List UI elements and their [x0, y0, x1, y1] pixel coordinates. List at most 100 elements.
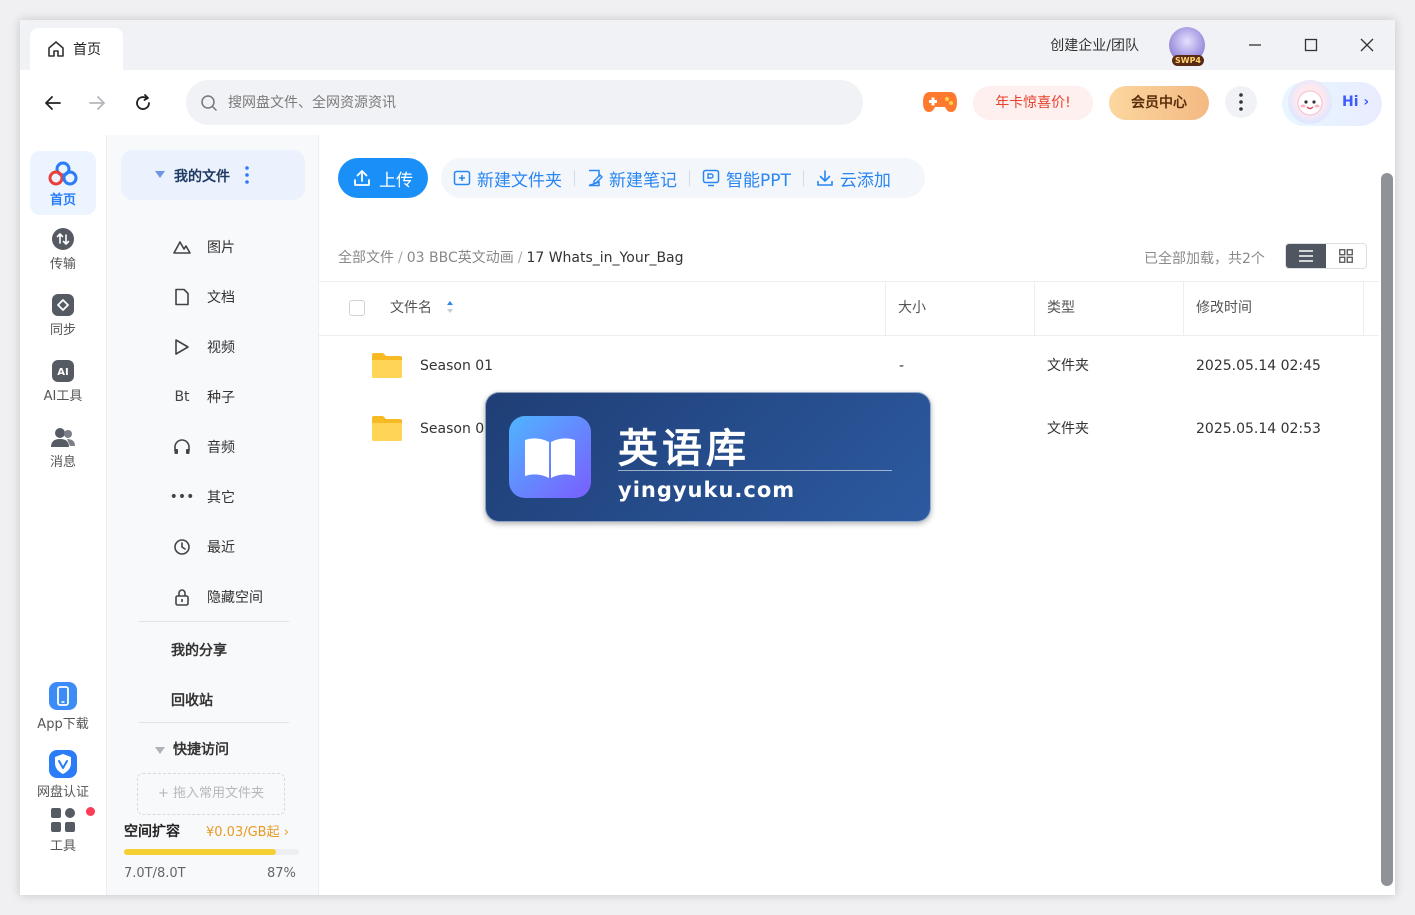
close-button[interactable]: [1339, 20, 1395, 70]
nav-item-torrents[interactable]: Bt 种子: [171, 382, 235, 412]
list-view-button[interactable]: [1286, 244, 1326, 268]
grid-view-icon: [1339, 249, 1353, 263]
new-folder-button[interactable]: 新建文件夹: [453, 166, 562, 191]
nav-item-recent[interactable]: 最近: [171, 532, 235, 562]
nav-item-my-share[interactable]: 我的分享: [171, 640, 227, 660]
grid-view-button[interactable]: [1326, 244, 1366, 268]
quick-access-header[interactable]: 快捷访问: [155, 739, 229, 759]
nav-item-other[interactable]: ••• 其它: [169, 482, 235, 512]
download-icon: [817, 170, 833, 186]
tab-home[interactable]: 首页: [30, 28, 123, 70]
smart-ppt-button[interactable]: 智能PPT: [702, 166, 791, 191]
minimize-icon: [1249, 44, 1261, 46]
nav-item-hidden-space-label: 隐藏空间: [207, 590, 263, 606]
watermark-banner: 英语库 yingyuku.com: [485, 392, 931, 522]
rail-item-app-download[interactable]: App下载: [30, 671, 96, 737]
more-menu-button[interactable]: [1225, 86, 1257, 118]
annual-deal-button[interactable]: 年卡惊喜价!: [973, 86, 1093, 120]
home-icon: [48, 41, 64, 57]
table-header: 文件名 大小 类型 修改时间: [319, 281, 1379, 336]
rail-item-tools[interactable]: 工具: [30, 797, 96, 863]
breadcrumb: 全部文件/03 BBC英文动画/17 Whats_in_Your_Bag: [338, 250, 684, 266]
folder-icon: [372, 353, 402, 378]
cloud-logo-icon: [48, 161, 78, 186]
create-org-link[interactable]: 创建企业/团队: [1050, 35, 1139, 55]
new-folder-icon: [453, 170, 471, 186]
file-modified: 2025.05.14 02:53: [1196, 421, 1321, 437]
nav-item-recycle-bin[interactable]: 回收站: [171, 690, 213, 710]
verify-shield-icon: [49, 750, 77, 778]
more-vertical-icon[interactable]: [245, 165, 249, 185]
transfer-icon: [52, 228, 74, 250]
vertical-scrollbar[interactable]: [1381, 173, 1393, 886]
rail-item-home[interactable]: 首页: [30, 151, 96, 215]
file-type: 文件夹: [1047, 421, 1089, 437]
rail-item-messages[interactable]: 消息: [30, 415, 96, 479]
upload-label: 上传: [379, 170, 413, 191]
maximize-icon: [1304, 38, 1318, 52]
capacity-percent: 87%: [267, 866, 296, 881]
upload-button[interactable]: 上传: [338, 158, 428, 198]
nav-item-pictures[interactable]: 图片: [171, 232, 235, 262]
list-view-icon: [1299, 250, 1313, 262]
breadcrumb-root[interactable]: 全部文件: [338, 250, 394, 266]
open-book-logo-icon: [509, 416, 591, 498]
nav-item-hidden-space[interactable]: 隐藏空间: [171, 582, 263, 612]
close-icon: [1360, 38, 1374, 52]
user-avatar[interactable]: SWP4: [1169, 27, 1205, 66]
rail-item-sync[interactable]: 同步: [30, 283, 96, 347]
capacity-label: 空间扩容: [124, 824, 180, 840]
torrent-bt-icon: Bt: [174, 389, 190, 405]
folder-icon: [372, 416, 402, 441]
column-separator: [1363, 282, 1364, 335]
more-dots-icon: •••: [169, 489, 195, 505]
breadcrumb-parent[interactable]: 03 BBC英文动画: [407, 250, 514, 266]
file-type: 文件夹: [1047, 358, 1089, 374]
gamepad-icon[interactable]: [922, 88, 958, 116]
svip-badge: SWP4: [1172, 55, 1204, 66]
phone-icon: [49, 682, 77, 710]
search-box[interactable]: [186, 80, 863, 125]
refresh-icon[interactable]: [132, 92, 154, 114]
icon-rail: 首页 传输 同步 AI AI工具 消息 App下载 网盘认证 工具: [20, 135, 107, 895]
search-input[interactable]: [226, 93, 830, 112]
loaded-count: 已全部加载，共2个: [1144, 251, 1265, 267]
cloud-add-button[interactable]: 云添加: [816, 166, 891, 191]
breadcrumb-current: 17 Whats_in_Your_Bag: [526, 250, 684, 266]
column-header-size[interactable]: 大小: [898, 282, 926, 335]
back-arrow-icon[interactable]: [42, 92, 64, 114]
column-header-type[interactable]: 类型: [1047, 282, 1075, 335]
minimize-button[interactable]: [1227, 20, 1283, 70]
rail-item-ai-tools-label: AI工具: [43, 389, 83, 404]
forward-arrow-icon[interactable]: [86, 92, 108, 114]
new-note-button[interactable]: 新建笔记: [587, 166, 677, 191]
select-all-checkbox[interactable]: [349, 300, 365, 316]
nav-item-documents[interactable]: 文档: [171, 282, 235, 312]
quick-access-drop-zone[interactable]: + 拖入常用文件夹: [137, 773, 285, 815]
watermark-divider: [618, 470, 892, 471]
capacity-upgrade-link[interactable]: ¥0.03/GB起 ›: [206, 821, 289, 840]
app-window: 首页 创建企业/团队 SWP4 搜网盘文件、全网资源资讯 年卡惊喜价! 会员中心…: [20, 20, 1395, 895]
file-name[interactable]: Season 01: [420, 335, 493, 398]
assistant-button[interactable]: Hi ›: [1282, 80, 1382, 126]
rail-item-app-download-label: App下载: [37, 717, 89, 732]
picture-icon: [173, 241, 191, 254]
column-header-modified[interactable]: 修改时间: [1196, 282, 1252, 335]
capacity-bar: [124, 849, 299, 855]
separator: [574, 170, 575, 186]
rail-item-ai-tools[interactable]: AI AI工具: [30, 349, 96, 413]
rail-item-messages-label: 消息: [49, 455, 76, 470]
vip-center-button[interactable]: 会员中心: [1109, 86, 1209, 120]
rail-item-home-label: 首页: [49, 193, 76, 208]
rail-item-transfer[interactable]: 传输: [30, 217, 96, 281]
file-name[interactable]: Season 0: [420, 398, 484, 461]
table-row[interactable]: Season 01 - 文件夹 2025.05.14 02:45: [319, 335, 1379, 398]
column-header-name[interactable]: 文件名: [390, 282, 454, 335]
rail-item-verify[interactable]: 网盘认证: [30, 739, 96, 805]
nav-item-recent-label: 最近: [207, 540, 235, 556]
my-files-item[interactable]: 我的文件: [121, 150, 305, 200]
maximize-button[interactable]: [1283, 20, 1339, 70]
nav-item-audio[interactable]: 音频: [171, 432, 235, 462]
file-nav-sidebar: 我的文件 图片 文档 视频 Bt 种子 音频 ••• 其它 最近 隐藏空间 我的…: [107, 135, 319, 895]
nav-item-videos[interactable]: 视频: [171, 332, 235, 362]
